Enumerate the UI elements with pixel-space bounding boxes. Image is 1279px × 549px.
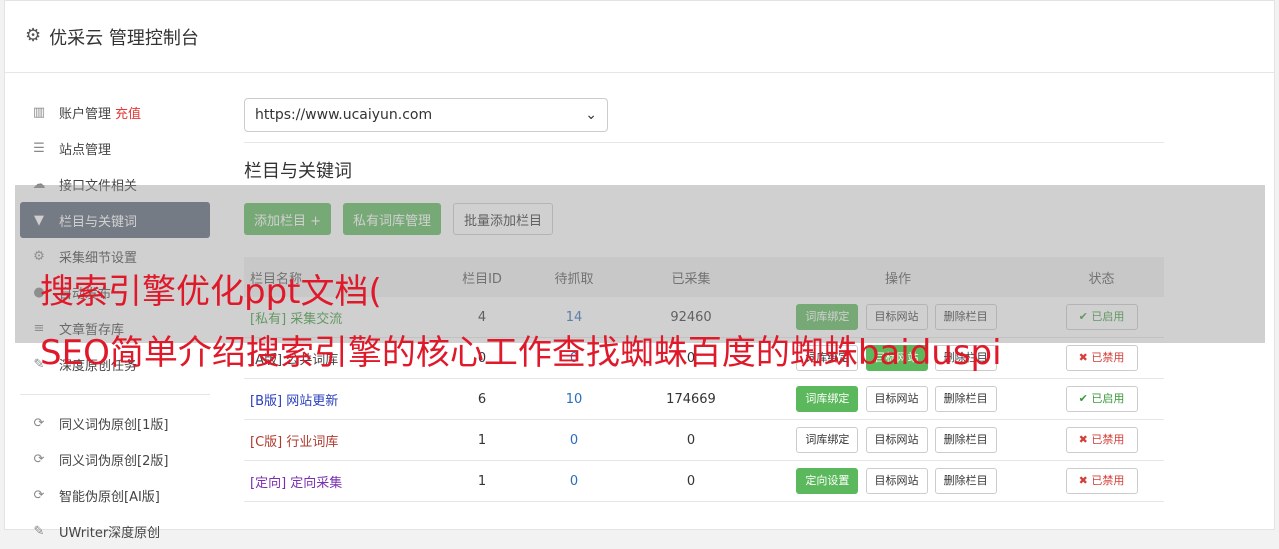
actions-cell: 词库绑定 目标网站 删除栏目	[757, 378, 1039, 420]
table-row: [B版] 网站更新 6 10 174669 词库绑定 目标网站 删除栏目 ✔ 已…	[244, 378, 1164, 420]
column-name: 行业词库	[286, 434, 339, 450]
target-site-button[interactable]: 目标网站	[865, 427, 928, 453]
sidebar-item-label: 同义词伪原创[2版]	[59, 453, 169, 469]
table-row: [定向] 定向采集 1 0 0 定向设置 目标网站 删除栏目 ✖ 已禁用	[244, 460, 1164, 502]
column-name-cell[interactable]: [B版] 网站更新	[244, 378, 441, 420]
edit-icon: ✎	[33, 523, 45, 539]
target-site-button[interactable]: 目标网站	[865, 386, 928, 412]
pending-count[interactable]: 0	[523, 460, 625, 502]
column-tag: [C版]	[250, 434, 283, 450]
status-label: 已启用	[1091, 392, 1125, 405]
sidebar-item-label: 智能伪原创[AI版]	[59, 489, 160, 505]
status-badge[interactable]: ✖ 已禁用	[1065, 427, 1138, 453]
column-id: 1	[441, 419, 523, 461]
header: ⚙ 优采云 管理控制台	[5, 1, 1274, 73]
x-icon: ✖	[1078, 433, 1088, 446]
status-label: 已禁用	[1091, 474, 1125, 487]
pending-count[interactable]: 0	[523, 419, 625, 461]
actions-cell: 定向设置 目标网站 删除栏目	[757, 460, 1039, 502]
actions-cell: 词库绑定 目标网站 删除栏目	[757, 419, 1039, 461]
refresh-icon: ⟳	[33, 415, 45, 431]
column-tag: [B版]	[250, 393, 283, 409]
sidebar-item-synonym-v2[interactable]: ⟳ 同义词伪原创[2版]	[20, 441, 210, 477]
collected-count: 0	[625, 460, 757, 502]
bind-lib-button[interactable]: 词库绑定	[796, 386, 859, 412]
status-cell: ✖ 已禁用	[1039, 460, 1164, 502]
sidebar-item-account[interactable]: ▥ 账户管理 充值	[20, 94, 210, 130]
site-select-value: https://www.ucaiyun.com	[255, 107, 433, 123]
column-id: 1	[441, 460, 523, 502]
divider	[20, 394, 210, 395]
table-row: [C版] 行业词库 1 0 0 词库绑定 目标网站 删除栏目 ✖ 已禁用	[244, 419, 1164, 461]
refresh-icon: ⟳	[33, 487, 45, 503]
sidebar-item-label: 同义词伪原创[1版]	[59, 417, 169, 433]
column-name-cell[interactable]: [定向] 定向采集	[244, 460, 441, 502]
status-badge[interactable]: ✖ 已禁用	[1065, 468, 1138, 494]
page-title: 优采云 管理控制台	[49, 27, 199, 49]
collected-count: 174669	[625, 378, 757, 420]
bind-lib-button[interactable]: 词库绑定	[796, 427, 859, 453]
status-cell: ✖ 已禁用	[1039, 419, 1164, 461]
status-cell: ✖ 已禁用	[1039, 337, 1164, 379]
overlay-headline-line2: SEO简单介绍搜索引擎的核心工作查找蜘蛛百度的蜘蛛baiduspi	[40, 333, 1002, 373]
status-badge[interactable]: ✖ 已禁用	[1065, 345, 1138, 371]
column-id: 6	[441, 378, 523, 420]
target-site-button[interactable]: 目标网站	[865, 468, 928, 494]
server-icon: ☰	[33, 140, 45, 156]
delete-column-button[interactable]: 删除栏目	[934, 468, 997, 494]
sidebar-item-label: UWriter深度原创	[59, 525, 161, 541]
sidebar-item-label: 账户管理	[59, 106, 112, 122]
column-name: 网站更新	[286, 393, 339, 409]
pending-count[interactable]: 10	[523, 378, 625, 420]
column-name: 定向采集	[290, 475, 343, 491]
status-label: 已禁用	[1091, 351, 1125, 364]
section-title: 栏目与关键词	[244, 161, 352, 182]
column-name-cell[interactable]: [C版] 行业词库	[244, 419, 441, 461]
sidebar-item-label: 站点管理	[59, 142, 112, 158]
column-tag: [定向]	[250, 475, 287, 491]
refresh-icon: ⟳	[33, 451, 45, 467]
chevron-down-icon: ⌄	[585, 107, 597, 123]
delete-column-button[interactable]: 删除栏目	[934, 427, 997, 453]
sidebar-item-sites[interactable]: ☰ 站点管理	[20, 130, 210, 166]
status-badge[interactable]: ✔ 已启用	[1065, 386, 1138, 412]
gear-icon: ⚙	[25, 25, 42, 46]
bar-chart-icon: ▥	[32, 104, 46, 120]
directed-settings-button[interactable]: 定向设置	[796, 468, 859, 494]
x-icon: ✖	[1078, 351, 1088, 364]
collected-count: 0	[625, 419, 757, 461]
x-icon: ✖	[1078, 474, 1088, 487]
gray-overlay-band	[15, 185, 1265, 343]
status-cell: ✔ 已启用	[1039, 378, 1164, 420]
delete-column-button[interactable]: 删除栏目	[934, 386, 997, 412]
check-icon: ✔	[1078, 392, 1088, 405]
sidebar-item-uwriter[interactable]: ✎ UWriter深度原创	[20, 513, 210, 549]
recharge-link[interactable]: 充值	[115, 103, 141, 122]
sidebar-item-ai-rewrite[interactable]: ⟳ 智能伪原创[AI版]	[20, 477, 210, 513]
overlay-headline-line1: 搜索引擎优化ppt文档(	[40, 272, 382, 312]
site-select[interactable]: https://www.ucaiyun.com ⌄	[244, 98, 608, 132]
divider	[244, 142, 1164, 143]
sidebar-item-synonym-v1[interactable]: ⟳ 同义词伪原创[1版]	[20, 405, 210, 441]
status-label: 已禁用	[1091, 433, 1125, 446]
